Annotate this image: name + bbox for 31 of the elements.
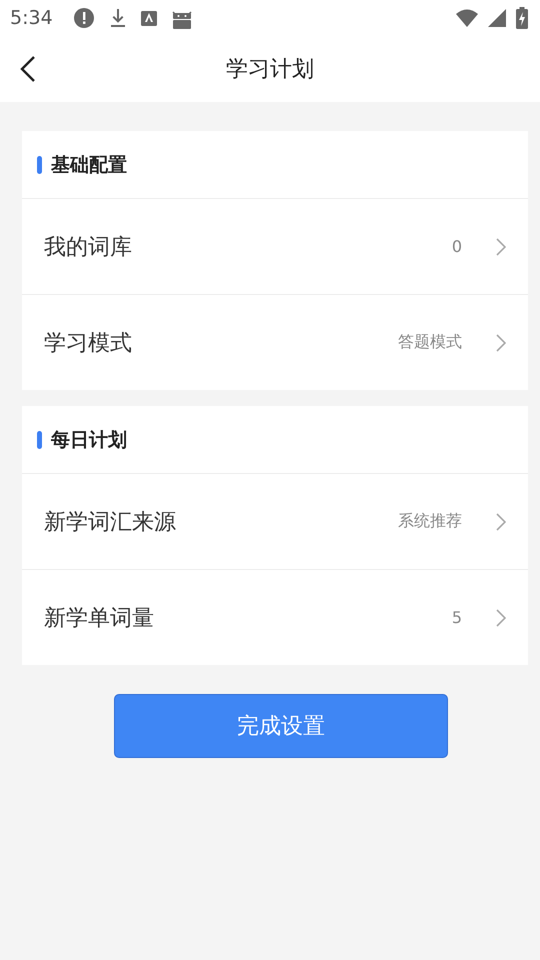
section-marker xyxy=(37,156,42,174)
row-label: 我的词库 xyxy=(44,234,132,262)
page-title: 学习计划 xyxy=(226,56,314,84)
settings-row[interactable]: 新学单词量 5 xyxy=(22,570,528,665)
chevron-icon xyxy=(496,512,506,530)
signal-icon xyxy=(488,9,506,27)
wifi-icon xyxy=(456,9,478,27)
row-label: 学习模式 xyxy=(44,330,132,358)
section-marker xyxy=(37,430,42,448)
chevron-icon xyxy=(496,334,506,352)
settings-row[interactable]: 我的词库 0 xyxy=(22,199,528,295)
section-title: 基础配置 xyxy=(51,152,127,178)
back-icon xyxy=(20,55,36,83)
status-time: 5:34 xyxy=(10,7,53,29)
row-value: 5 xyxy=(452,608,462,627)
download-icon xyxy=(108,7,127,29)
section-title: 每日计划 xyxy=(51,428,127,452)
row-label: 新学词汇来源 xyxy=(44,508,176,536)
back-button[interactable] xyxy=(20,55,36,83)
row-value: 0 xyxy=(452,237,462,256)
settings-row[interactable]: 新学词汇来源 系统推荐 xyxy=(22,474,528,570)
battery-icon xyxy=(516,7,528,29)
chevron-icon xyxy=(496,608,506,626)
row-label: 新学单词量 xyxy=(44,604,154,632)
alert-icon xyxy=(72,7,95,29)
app-icon xyxy=(140,9,157,27)
row-value: 系统推荐 xyxy=(398,511,462,532)
row-value: 答题模式 xyxy=(398,332,462,353)
done-button[interactable]: 完成设置 xyxy=(114,694,448,758)
settings-row[interactable]: 学习模式 答题模式 xyxy=(22,295,528,390)
chevron-icon xyxy=(496,238,506,256)
